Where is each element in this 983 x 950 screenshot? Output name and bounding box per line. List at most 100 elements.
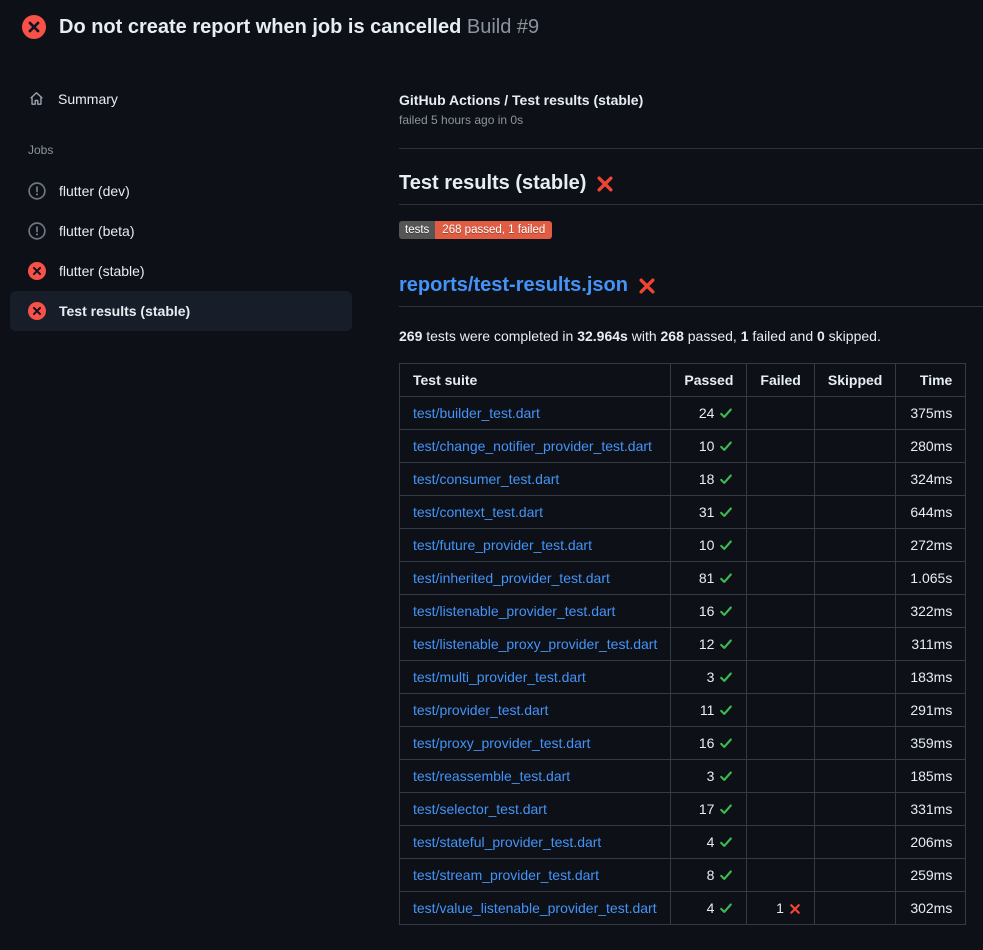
table-body: test/builder_test.dart 24 375ms test/cha… [400, 397, 966, 925]
col-header-passed: Passed [671, 364, 747, 397]
sidebar-item-flutter-beta[interactable]: flutter (beta) [10, 211, 352, 251]
failed-cell [747, 694, 814, 727]
skipped-cell [814, 694, 895, 727]
test-suite-link[interactable]: test/listenable_proxy_provider_test.dart [413, 636, 657, 652]
test-suite-link[interactable]: test/context_test.dart [413, 504, 543, 520]
skipped-cell [814, 661, 895, 694]
sidebar-item-flutter-stable[interactable]: flutter (stable) [10, 251, 352, 291]
time-cell: 206ms [896, 826, 966, 859]
test-results-table: Test suite Passed Failed Skipped Time te… [399, 363, 966, 925]
time-cell: 272ms [896, 529, 966, 562]
test-suite-link[interactable]: test/reassemble_test.dart [413, 768, 570, 784]
skipped-cell [814, 463, 895, 496]
passed-count: 31 [699, 504, 715, 520]
passed-count: 12 [699, 636, 715, 652]
table-row: test/value_listenable_provider_test.dart… [400, 892, 966, 925]
table-row: test/stateful_provider_test.dart 4 206ms [400, 826, 966, 859]
tests-badge: tests 268 passed, 1 failed [399, 221, 552, 239]
check-icon [719, 505, 733, 519]
time-cell: 324ms [896, 463, 966, 496]
table-row: test/context_test.dart 31 644ms [400, 496, 966, 529]
failed-cell [747, 529, 814, 562]
sidebar-item-test-results-stable[interactable]: Test results (stable) [10, 291, 352, 331]
report-file-link[interactable]: reports/test-results.json [399, 274, 628, 297]
table-row: test/proxy_provider_test.dart 16 359ms [400, 727, 966, 760]
table-row: test/listenable_proxy_provider_test.dart… [400, 628, 966, 661]
main-content: GitHub Actions / Test results (stable) f… [375, 56, 983, 925]
time-cell: 322ms [896, 595, 966, 628]
test-suite-link[interactable]: test/builder_test.dart [413, 405, 540, 421]
job-label: flutter (stable) [59, 263, 145, 279]
time-cell: 359ms [896, 727, 966, 760]
skipped-cell [814, 562, 895, 595]
time-cell: 375ms [896, 397, 966, 430]
table-row: test/multi_provider_test.dart 3 183ms [400, 661, 966, 694]
table-row: test/consumer_test.dart 18 324ms [400, 463, 966, 496]
passed-cell: 16 [671, 727, 747, 760]
time-cell: 331ms [896, 793, 966, 826]
failed-cell [747, 562, 814, 595]
passed-cell: 81 [671, 562, 747, 595]
col-header-test-suite: Test suite [400, 364, 671, 397]
summary-text: passed, [684, 328, 741, 344]
time-cell: 302ms [896, 892, 966, 925]
test-suite-link[interactable]: test/proxy_provider_test.dart [413, 735, 590, 751]
check-icon [719, 868, 733, 882]
test-suite-link[interactable]: test/inherited_provider_test.dart [413, 570, 610, 586]
summary-text: skipped. [825, 328, 881, 344]
test-suite-link[interactable]: test/consumer_test.dart [413, 471, 559, 487]
failed-cell [747, 595, 814, 628]
passed-count: 11 [700, 702, 715, 718]
skipped-cell [814, 727, 895, 760]
test-suite-link[interactable]: test/multi_provider_test.dart [413, 669, 586, 685]
failed-cell [747, 496, 814, 529]
skipped-cell [814, 859, 895, 892]
jobs-section-label: Jobs [28, 143, 375, 157]
test-suite-link[interactable]: test/change_notifier_provider_test.dart [413, 438, 652, 454]
passed-cell: 24 [671, 397, 747, 430]
skipped-cell [814, 430, 895, 463]
passed-cell: 4 [671, 892, 747, 925]
passed-count: 4 [707, 900, 715, 916]
test-suite-link[interactable]: test/selector_test.dart [413, 801, 547, 817]
passed-total: 268 [661, 328, 684, 344]
failed-cell [747, 859, 814, 892]
skipped-cell [814, 628, 895, 661]
passed-count: 10 [699, 537, 715, 553]
table-row: test/builder_test.dart 24 375ms [400, 397, 966, 430]
skipped-cell [814, 892, 895, 925]
check-icon [719, 538, 733, 552]
passed-cell: 17 [671, 793, 747, 826]
skipped-cell [814, 595, 895, 628]
table-row: test/change_notifier_provider_test.dart … [400, 430, 966, 463]
test-suite-link[interactable]: test/stateful_provider_test.dart [413, 834, 601, 850]
test-suite-link[interactable]: test/stream_provider_test.dart [413, 867, 599, 883]
time-cell: 185ms [896, 760, 966, 793]
failed-cell [747, 430, 814, 463]
time-cell: 183ms [896, 661, 966, 694]
cross-mark-icon [596, 175, 614, 193]
passed-cell: 16 [671, 595, 747, 628]
test-suite-link[interactable]: test/value_listenable_provider_test.dart [413, 900, 657, 916]
failed-status-icon [28, 262, 46, 280]
sidebar-item-flutter-dev[interactable]: flutter (dev) [10, 171, 352, 211]
jobs-list: flutter (dev) flutter (beta) flutter (st… [0, 171, 375, 331]
passed-count: 3 [707, 669, 715, 685]
passed-cell: 3 [671, 760, 747, 793]
summary-text: failed and [749, 328, 818, 344]
sidebar-item-summary[interactable]: Summary [0, 82, 375, 115]
test-suite-link[interactable]: test/provider_test.dart [413, 702, 548, 718]
sidebar-summary-label: Summary [58, 91, 118, 107]
check-icon [719, 736, 733, 750]
test-suite-link[interactable]: test/listenable_provider_test.dart [413, 603, 615, 619]
passed-count: 81 [699, 570, 715, 586]
check-icon [719, 472, 733, 486]
failed-cell [747, 793, 814, 826]
col-header-failed: Failed [747, 364, 814, 397]
time-cell: 644ms [896, 496, 966, 529]
cross-mark-icon [789, 903, 801, 915]
test-suite-link[interactable]: test/future_provider_test.dart [413, 537, 592, 553]
col-header-skipped: Skipped [814, 364, 895, 397]
passed-cell: 4 [671, 826, 747, 859]
failed-cell: 1 [747, 892, 814, 925]
